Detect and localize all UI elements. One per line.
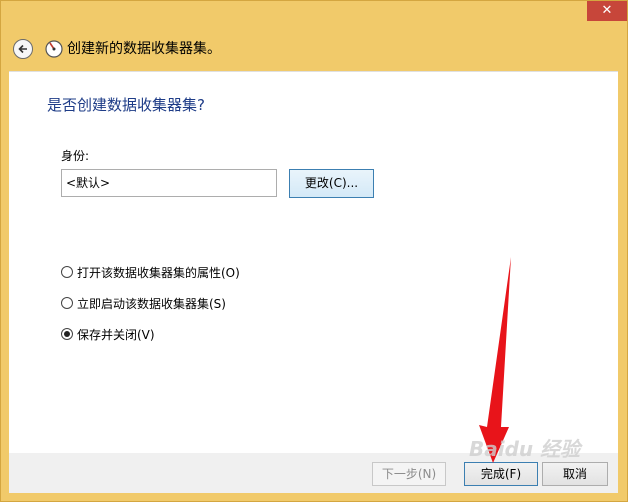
radio-open-properties[interactable]: 打开该数据收集器集的属性(O) xyxy=(61,263,240,281)
cancel-button[interactable]: 取消 xyxy=(542,462,608,486)
radio-label: 打开该数据收集器集的属性(O) xyxy=(77,265,240,280)
radio-save-close[interactable]: 保存并关闭(V) xyxy=(61,325,155,343)
radio-button[interactable] xyxy=(61,266,73,278)
identity-field[interactable]: <默认> xyxy=(61,169,277,197)
change-button[interactable]: 更改(C)... xyxy=(289,169,374,198)
next-button[interactable]: 下一步(N) xyxy=(372,462,446,486)
window-title: 创建新的数据收集器集。 xyxy=(67,41,221,57)
wizard-window: ✕ 创建新的数据收集器集。 是否创建数据收集器集? 身份: <默认> 更改(C)… xyxy=(0,0,628,502)
radio-start-now[interactable]: 立即启动该数据收集器集(S) xyxy=(61,294,226,312)
back-arrow-icon xyxy=(18,44,27,54)
radio-button-selected[interactable] xyxy=(61,328,73,340)
close-button[interactable]: ✕ xyxy=(587,1,627,21)
radio-button[interactable] xyxy=(61,297,73,309)
watermark: Baidu 经验 xyxy=(469,437,581,461)
performance-gauge-icon xyxy=(45,40,63,58)
identity-label: 身份: xyxy=(61,149,90,163)
close-icon: ✕ xyxy=(601,3,613,18)
page-heading: 是否创建数据收集器集? xyxy=(47,96,205,114)
back-button[interactable] xyxy=(13,39,33,59)
wizard-content: 是否创建数据收集器集? 身份: <默认> 更改(C)... 打开该数据收集器集的… xyxy=(9,71,618,454)
radio-label: 立即启动该数据收集器集(S) xyxy=(77,296,226,311)
radio-label: 保存并关闭(V) xyxy=(77,327,155,342)
